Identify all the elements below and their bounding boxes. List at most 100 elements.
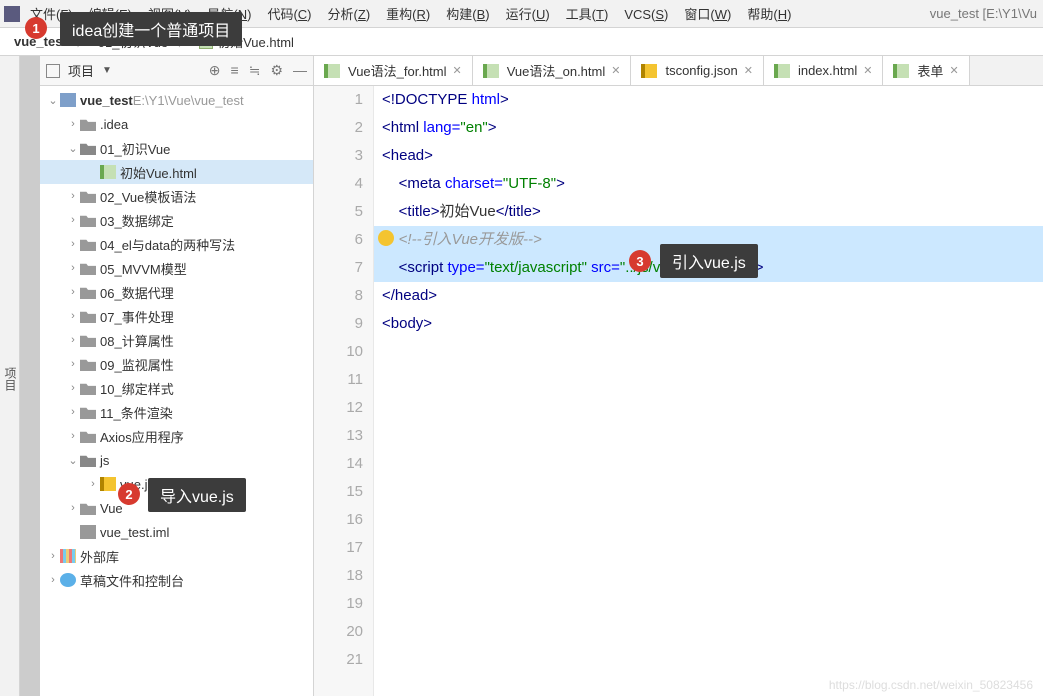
close-icon[interactable]: ✕ — [949, 64, 958, 77]
menu-item[interactable]: VCS(S) — [616, 5, 676, 24]
menu-item[interactable]: 构建(B) — [438, 5, 497, 24]
panel-pin-icon[interactable] — [46, 64, 60, 78]
code-line[interactable]: <body> — [374, 310, 1043, 338]
dropdown-icon[interactable]: ▼ — [102, 65, 112, 76]
project-tree[interactable]: ⌄vue_test E:\Y1\Vue\vue_test›.idea ⌄ 01_初识… — [40, 86, 313, 696]
folder-icon — [80, 237, 96, 251]
tree-item[interactable]: ⌄ 01_初识Vue — [40, 136, 313, 160]
tree-item[interactable]: › 07_事件处理 — [40, 304, 313, 328]
chevron-right-icon[interactable]: › — [66, 430, 80, 442]
chevron-right-icon[interactable]: › — [66, 310, 80, 322]
code-content[interactable]: <!DOCTYPE html><html lang="en"><head> <m… — [374, 86, 1043, 696]
tree-item[interactable]: ›05_MVVM模型 — [40, 256, 313, 280]
editor-tab[interactable]: index.html✕ — [764, 56, 883, 85]
close-icon[interactable]: ✕ — [453, 64, 462, 77]
code-line[interactable] — [374, 646, 1043, 674]
code-line[interactable] — [374, 394, 1043, 422]
tree-label: 01_初识Vue — [100, 139, 170, 158]
code-line[interactable] — [374, 450, 1043, 478]
tree-label: 07_事件处理 — [100, 307, 174, 326]
code-line[interactable] — [374, 478, 1043, 506]
chevron-right-icon[interactable]: › — [86, 478, 100, 490]
close-icon[interactable]: ✕ — [611, 64, 620, 77]
mod-icon — [60, 93, 76, 107]
menu-item[interactable]: 重构(R) — [378, 5, 438, 24]
tree-item[interactable]: ·vue_test.iml — [40, 520, 313, 544]
chevron-right-icon[interactable]: › — [66, 190, 80, 202]
tree-item[interactable]: › 11_条件渲染 — [40, 400, 313, 424]
tree-item[interactable]: ›08_计算属性 — [40, 328, 313, 352]
html-file-icon — [483, 64, 499, 78]
code-line[interactable] — [374, 366, 1043, 394]
menu-item[interactable]: 运行(U) — [498, 5, 558, 24]
tree-item[interactable]: ›.idea — [40, 112, 313, 136]
editor-tab[interactable]: tsconfig.json✕ — [631, 56, 763, 85]
folder-icon — [80, 285, 96, 299]
locate-icon[interactable]: ⊕ — [209, 62, 221, 79]
chevron-right-icon[interactable]: › — [66, 358, 80, 370]
chevron-right-icon[interactable]: › — [66, 262, 80, 274]
menu-item[interactable]: 分析(Z) — [320, 5, 379, 24]
editor-tab[interactable]: Vue语法_on.html✕ — [473, 56, 632, 85]
code-line[interactable]: </head> — [374, 282, 1043, 310]
hide-icon[interactable]: — — [293, 62, 307, 79]
chevron-right-icon[interactable]: › — [66, 214, 80, 226]
menu-item[interactable]: 代码(C) — [259, 5, 319, 24]
close-icon[interactable]: ✕ — [744, 64, 753, 77]
tree-label: 02_Vue模板语法 — [100, 187, 196, 206]
tree-item[interactable]: ⌄vue_test E:\Y1\Vue\vue_test — [40, 88, 313, 112]
code-line[interactable]: <head> — [374, 142, 1043, 170]
js-file-icon — [641, 64, 657, 78]
chevron-right-icon[interactable]: › — [66, 502, 80, 514]
menu-item[interactable]: 工具(T) — [558, 5, 617, 24]
tree-item[interactable]: › 02_Vue模板语法 — [40, 184, 313, 208]
menu-item[interactable]: 窗口(W) — [676, 5, 739, 24]
code-line[interactable] — [374, 590, 1043, 618]
code-line[interactable]: <meta charset="UTF-8"> — [374, 170, 1043, 198]
tree-item[interactable]: ›Axios应用程序 — [40, 424, 313, 448]
tree-item[interactable]: ›09_监视属性 — [40, 352, 313, 376]
folder-icon — [80, 429, 96, 443]
callout-3: 引入vue.js — [660, 244, 758, 278]
code-line[interactable] — [374, 534, 1043, 562]
close-icon[interactable]: ✕ — [863, 64, 872, 77]
chevron-right-icon[interactable]: › — [46, 550, 60, 562]
editor-tab[interactable]: Vue语法_for.html✕ — [314, 56, 473, 85]
code-line[interactable]: <!DOCTYPE html> — [374, 86, 1043, 114]
tree-item[interactable]: ›03_数据绑定 — [40, 208, 313, 232]
code-editor[interactable]: 123456789101112131415161718192021 <!DOCT… — [314, 86, 1043, 696]
chevron-right-icon[interactable]: › — [66, 286, 80, 298]
chevron-right-icon[interactable]: › — [66, 406, 80, 418]
code-line[interactable] — [374, 422, 1043, 450]
collapse-icon[interactable]: ≒ — [249, 62, 261, 79]
tree-item[interactable]: ›10_绑定样式 — [40, 376, 313, 400]
tree-item[interactable]: ⌄js — [40, 448, 313, 472]
gear-icon[interactable]: ⚙ — [270, 62, 283, 79]
chevron-down-icon[interactable]: ⌄ — [66, 454, 80, 467]
code-line[interactable] — [374, 618, 1043, 646]
tree-item[interactable]: ·初始Vue.html — [40, 160, 313, 184]
tree-label: 11_条件渲染 — [100, 403, 173, 422]
tree-item[interactable]: ›06_数据代理 — [40, 280, 313, 304]
tree-item[interactable]: ›04_el与data的两种写法 — [40, 232, 313, 256]
chevron-down-icon[interactable]: ⌄ — [66, 142, 80, 155]
code-line[interactable] — [374, 506, 1043, 534]
tree-item[interactable]: ›外部库 — [40, 544, 313, 568]
expand-icon[interactable]: ≡ — [231, 62, 239, 79]
chevron-down-icon[interactable]: ⌄ — [46, 94, 60, 107]
code-line[interactable]: <title>初始Vue</title> — [374, 198, 1043, 226]
chevron-right-icon[interactable]: › — [66, 334, 80, 346]
chevron-right-icon[interactable]: › — [46, 574, 60, 586]
chevron-right-icon[interactable]: › — [66, 238, 80, 250]
chevron-right-icon[interactable]: › — [66, 382, 80, 394]
tree-item[interactable]: ›草稿文件和控制台 — [40, 568, 313, 592]
code-line[interactable] — [374, 562, 1043, 590]
chevron-right-icon[interactable]: › — [66, 118, 80, 130]
code-line[interactable]: <html lang="en"> — [374, 114, 1043, 142]
project-tool-tab[interactable]: 项目 — [0, 56, 20, 696]
line-number: 9 — [314, 310, 363, 338]
lightbulb-icon[interactable] — [378, 230, 394, 246]
editor-tab[interactable]: 表单✕ — [883, 56, 969, 85]
menu-item[interactable]: 帮助(H) — [739, 5, 799, 24]
code-line[interactable] — [374, 338, 1043, 366]
